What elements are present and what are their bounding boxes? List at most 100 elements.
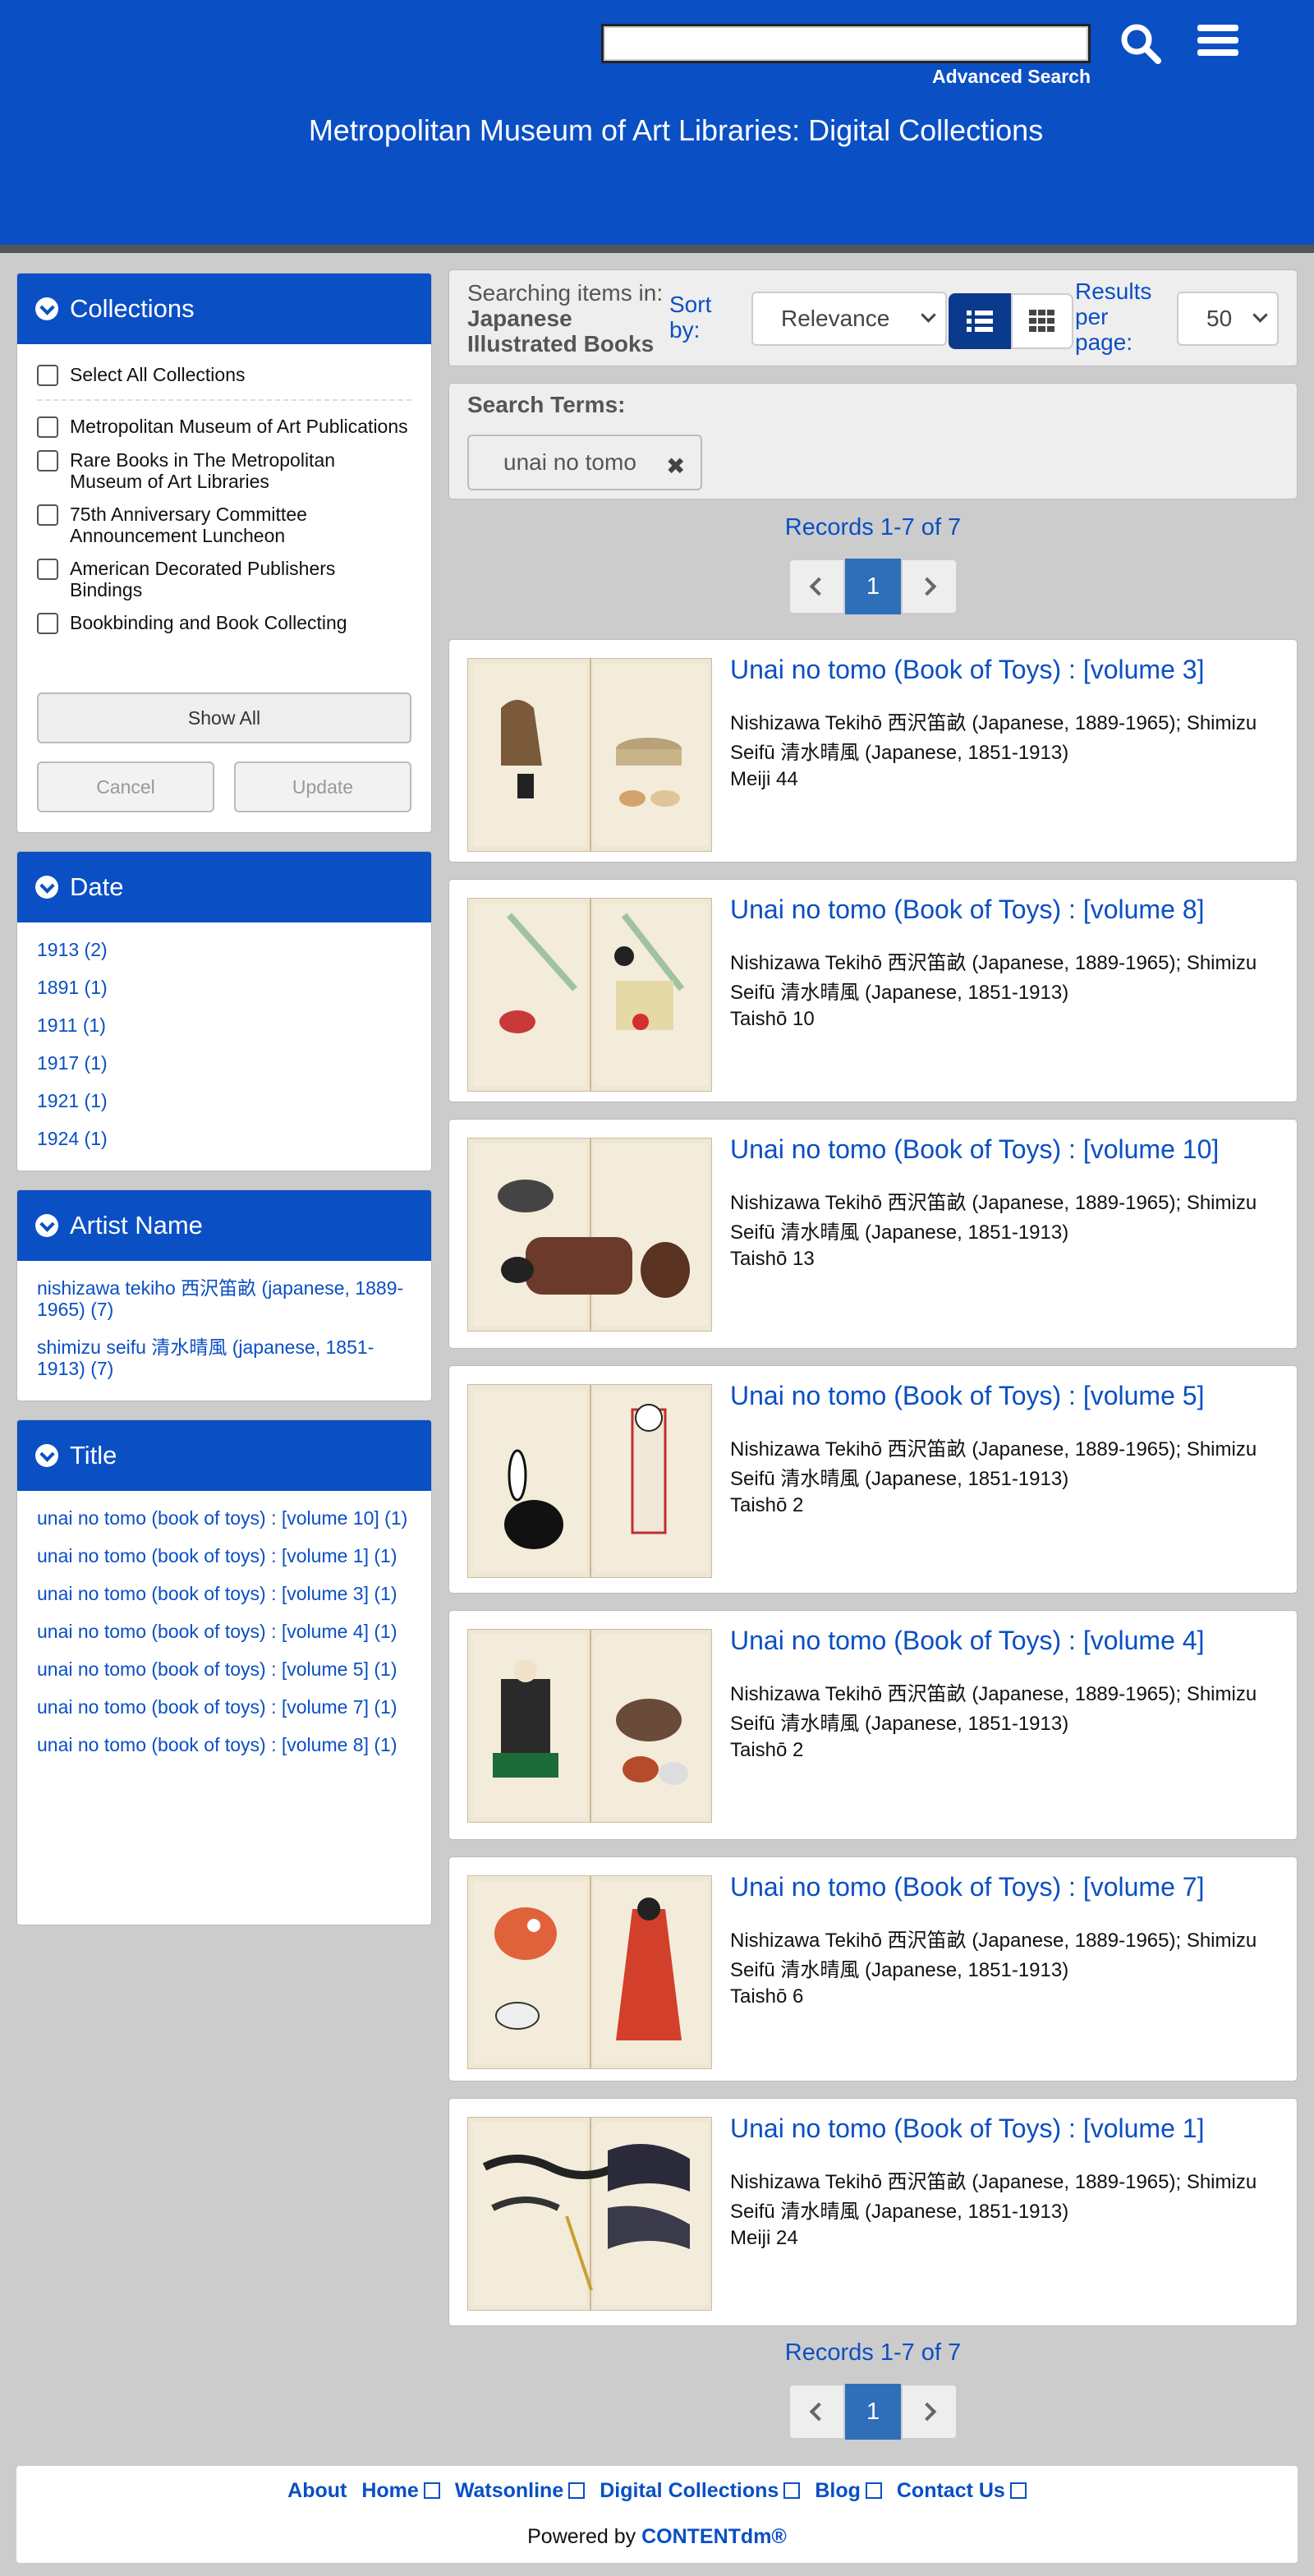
search-icon[interactable] (1119, 21, 1163, 66)
search-input[interactable] (601, 24, 1091, 63)
result-creator: Nishizawa Tekihō 西沢笛畝 (Japanese, 1889-19… (730, 952, 1257, 1004)
footer-link-label: Blog (815, 2479, 861, 2502)
external-link-icon (568, 2482, 586, 2499)
hamburger-menu-icon[interactable] (1197, 25, 1238, 61)
result-title-link[interactable]: Unai no tomo (Book of Toys) : [volume 3] (730, 655, 1204, 685)
result-title-link[interactable]: Unai no tomo (Book of Toys) : [volume 7] (730, 1872, 1204, 1902)
site-header: Advanced Search Metropolitan Museum of A… (0, 0, 1314, 253)
page-1-button[interactable]: 1 (844, 2384, 902, 2440)
result-thumbnail[interactable] (467, 898, 712, 1092)
collection-checkbox[interactable] (37, 559, 58, 580)
date-facet-link[interactable]: 1917 (1) (17, 1052, 431, 1074)
date-facet-link[interactable]: 1891 (1) (17, 977, 431, 998)
chevron-down-icon (35, 876, 58, 899)
date-facet-link[interactable]: 1924 (1) (17, 1128, 431, 1149)
list-view-icon[interactable] (949, 293, 1011, 349)
title-facet-link[interactable]: unai no tomo (book of toys) : [volume 7]… (17, 1696, 431, 1718)
title-facet-link[interactable]: unai no tomo (book of toys) : [volume 10… (17, 1507, 431, 1529)
sort-label-text: by: (669, 317, 701, 343)
footer-link-digital-collections[interactable]: Digital Collections (600, 2479, 801, 2503)
results-per-page-label: Results per page: (1075, 278, 1151, 355)
date-facet-link[interactable]: 1921 (1) (17, 1090, 431, 1111)
result-thumbnail[interactable] (467, 1138, 712, 1332)
title-panel-header[interactable]: Title (17, 1420, 431, 1491)
collection-checkbox[interactable] (37, 416, 58, 438)
date-panel-header[interactable]: Date (17, 852, 431, 922)
collection-checkbox[interactable] (37, 613, 58, 634)
result-item: Unai no tomo (Book of Toys) : [volume 5]… (448, 1365, 1298, 1594)
result-thumbnail[interactable] (467, 1629, 712, 1823)
title-facet-link[interactable]: unai no tomo (book of toys) : [volume 8]… (17, 1734, 431, 1755)
grid-view-icon[interactable] (1011, 293, 1073, 349)
collection-option[interactable]: American Decorated Publishers Bindings (17, 558, 431, 600)
collection-option[interactable]: Bookbinding and Book Collecting (17, 612, 431, 634)
result-date: Taishō 6 (730, 1985, 804, 2008)
next-page-button[interactable] (901, 559, 958, 614)
select-all-checkbox[interactable] (37, 365, 58, 386)
title-facet-link[interactable]: unai no tomo (book of toys) : [volume 5]… (17, 1658, 431, 1680)
next-page-button[interactable] (901, 2384, 958, 2440)
external-link-icon (865, 2482, 882, 2499)
result-title-link[interactable]: Unai no tomo (Book of Toys) : [volume 8] (730, 895, 1204, 925)
footer-link-blog[interactable]: Blog (815, 2479, 882, 2503)
previous-page-button[interactable] (788, 2384, 845, 2440)
result-thumbnail[interactable] (467, 1875, 712, 2069)
select-all-collections[interactable]: Select All Collections (17, 364, 431, 386)
title-facet-link[interactable]: unai no tomo (book of toys) : [volume 1]… (17, 1545, 431, 1566)
contentdm-link[interactable]: CONTENTdm® (641, 2525, 787, 2548)
collection-option[interactable]: 75th Anniversary Committee Announcement … (17, 504, 431, 546)
artist-facet-link[interactable]: shimizu seifu 清水晴風 (japanese, 1851-1913)… (17, 1336, 431, 1379)
cancel-button[interactable]: Cancel (37, 761, 214, 812)
collection-label: Rare Books in The Metropolitan Museum of… (70, 449, 336, 492)
results-per-page-select[interactable]: 50 (1177, 292, 1279, 346)
collection-label: Metropolitan Museum of Art Publications (70, 416, 408, 437)
result-title-link[interactable]: Unai no tomo (Book of Toys) : [volume 10… (730, 1134, 1219, 1165)
header-divider (0, 245, 1314, 253)
artist-name-panel: Artist Name nishizawa tekiho 西沢笛畝 (japan… (16, 1189, 432, 1401)
title-facet-link[interactable]: unai no tomo (book of toys) : [volume 3]… (17, 1583, 431, 1604)
collection-option[interactable]: Rare Books in The Metropolitan Museum of… (17, 449, 431, 492)
collection-label: 75th Anniversary Committee Announcement … (70, 504, 307, 546)
result-date: Taishō 2 (730, 1739, 804, 1761)
update-button[interactable]: Update (234, 761, 411, 812)
date-panel-title: Date (70, 872, 124, 901)
collection-label: Bookbinding and Book Collecting (70, 612, 347, 633)
chevron-left-icon (810, 577, 829, 596)
footer-link-about[interactable]: About (287, 2479, 347, 2503)
title-facet-link[interactable]: unai no tomo (book of toys) : [volume 4]… (17, 1621, 431, 1642)
result-item: Unai no tomo (Book of Toys) : [volume 8]… (448, 879, 1298, 1102)
page-1-button[interactable]: 1 (844, 559, 902, 614)
result-creator: Nishizawa Tekihō 西沢笛畝 (Japanese, 1889-19… (730, 712, 1257, 764)
rpp-label-text: Results (1075, 278, 1152, 304)
result-title-link[interactable]: Unai no tomo (Book of Toys) : [volume 5] (730, 1381, 1204, 1411)
footer-link-home[interactable]: Home (361, 2479, 440, 2503)
collection-checkbox[interactable] (37, 504, 58, 526)
footer-link-watsonline[interactable]: Watsonline (455, 2479, 586, 2503)
show-all-button[interactable]: Show All (37, 692, 411, 743)
remove-term-icon[interactable]: ✖ (666, 453, 685, 480)
date-panel: Date 1913 (2) 1891 (1) 1911 (1) 1917 (1)… (16, 851, 432, 1171)
external-link-icon (423, 2482, 440, 2499)
search-terms-title: Search Terms: (467, 392, 626, 417)
rpp-label-text: per (1075, 304, 1109, 329)
result-thumbnail[interactable] (467, 658, 712, 852)
artist-panel-header[interactable]: Artist Name (17, 1190, 431, 1261)
results-toolbar: Searching items in: Japanese Illustrated… (448, 269, 1298, 366)
footer-link-contact-us[interactable]: Contact Us (897, 2479, 1027, 2503)
result-thumbnail[interactable] (467, 1384, 712, 1578)
sort-select[interactable]: Relevance (751, 292, 947, 346)
collection-checkbox[interactable] (37, 450, 58, 472)
external-link-icon (1009, 2482, 1027, 2499)
collections-panel-header[interactable]: Collections (17, 274, 431, 344)
result-title-link[interactable]: Unai no tomo (Book of Toys) : [volume 4] (730, 1626, 1204, 1656)
date-facet-link[interactable]: 1911 (1) (17, 1014, 431, 1036)
collection-label: American Decorated Publishers Bindings (70, 558, 336, 600)
advanced-search-link[interactable]: Advanced Search (926, 66, 1091, 88)
date-facet-link[interactable]: 1913 (2) (17, 939, 431, 960)
previous-page-button[interactable] (788, 559, 845, 614)
external-link-icon (783, 2482, 801, 2499)
collection-option[interactable]: Metropolitan Museum of Art Publications (17, 416, 431, 438)
result-title-link[interactable]: Unai no tomo (Book of Toys) : [volume 1] (730, 2114, 1204, 2144)
result-thumbnail[interactable] (467, 2117, 712, 2311)
artist-facet-link[interactable]: nishizawa tekiho 西沢笛畝 (japanese, 1889-19… (17, 1277, 431, 1320)
